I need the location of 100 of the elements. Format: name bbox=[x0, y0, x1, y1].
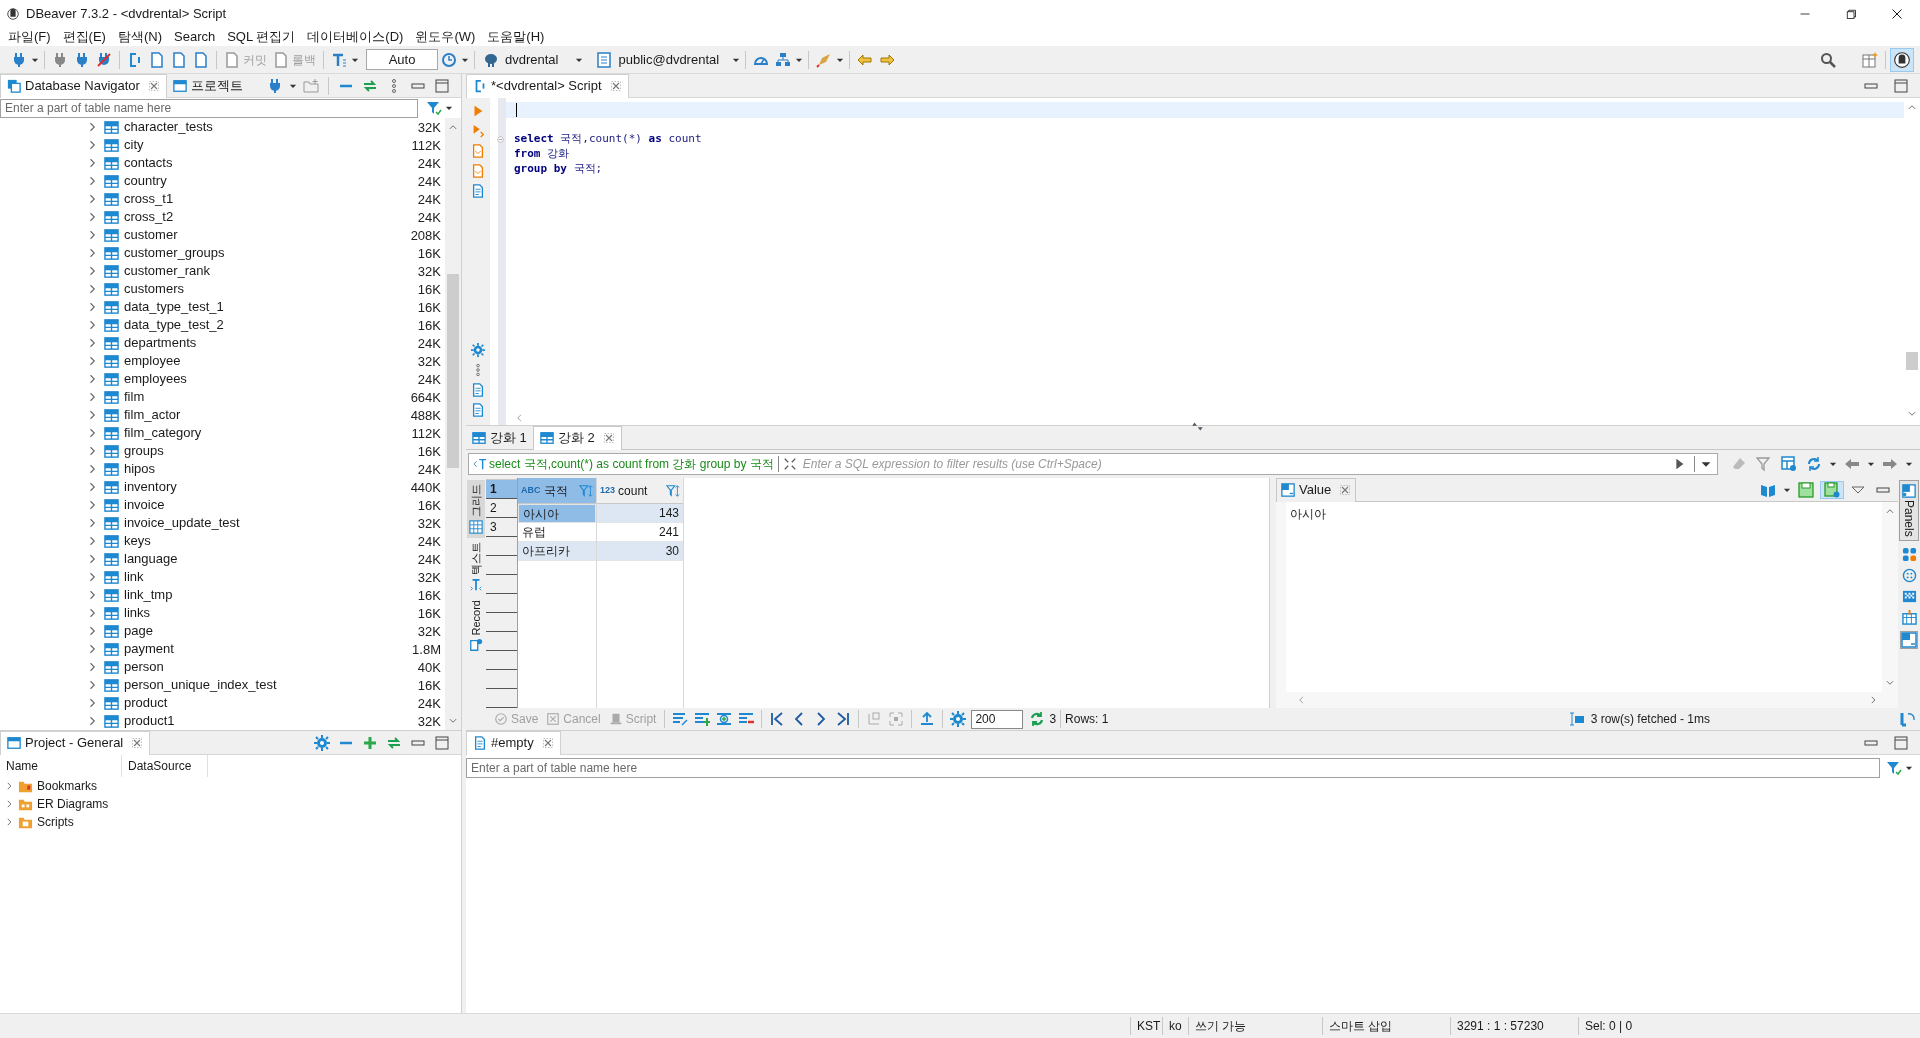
panel-tab[interactable]: #empty bbox=[466, 730, 561, 755]
table-cell[interactable]: 30 bbox=[597, 542, 683, 561]
sort-filter-icon[interactable] bbox=[666, 483, 680, 498]
circle-dots-icon[interactable] bbox=[1901, 567, 1917, 583]
table-name[interactable]: inventory bbox=[124, 478, 177, 496]
scroll-right-icon[interactable] bbox=[1868, 695, 1878, 705]
table-name[interactable]: keys bbox=[124, 532, 151, 550]
table-name[interactable]: language bbox=[124, 550, 178, 568]
table-cell[interactable]: 아프리카 bbox=[518, 542, 596, 561]
format-icon[interactable] bbox=[471, 184, 485, 198]
plug-add-icon[interactable] bbox=[11, 51, 27, 68]
scroll-up-icon[interactable] bbox=[1907, 102, 1917, 112]
sql-editor-icon[interactable] bbox=[127, 51, 143, 68]
layout-icon[interactable] bbox=[1900, 711, 1916, 727]
menu-item[interactable]: 윈도우(W) bbox=[409, 27, 482, 46]
table-name[interactable]: groups bbox=[124, 442, 164, 460]
maximize-icon[interactable] bbox=[434, 734, 450, 751]
tree-item[interactable]: ER Diagrams bbox=[37, 795, 109, 813]
maximize-icon[interactable] bbox=[1893, 734, 1909, 751]
filter-bar[interactable]: select 국적,count(*) as count from 강화 group by 국적 Enter a SQL expression to filter results (use Ctrl+Space) bbox=[468, 453, 1718, 475]
add-row-icon[interactable] bbox=[694, 711, 711, 727]
view-tab[interactable]: 텍스트 bbox=[467, 538, 485, 596]
scrollbar-thumb[interactable] bbox=[447, 274, 459, 468]
column-header[interactable]: 123 count bbox=[597, 478, 683, 504]
panel-tab[interactable]: Project - General bbox=[0, 730, 151, 755]
table-name[interactable]: data_type_test_1 bbox=[124, 298, 224, 316]
panel-tab[interactable]: Value bbox=[1276, 477, 1357, 502]
filter-icon[interactable] bbox=[1756, 456, 1772, 472]
text-format-icon[interactable] bbox=[331, 51, 347, 68]
maximize-icon[interactable] bbox=[434, 77, 450, 94]
table-cell[interactable]: 143 bbox=[597, 504, 683, 523]
link-icon[interactable] bbox=[362, 77, 378, 94]
menu-item[interactable]: Search bbox=[168, 27, 222, 46]
search-field[interactable]: Enter a part of table name here bbox=[0, 98, 418, 118]
forward-icon[interactable] bbox=[1882, 456, 1898, 472]
scroll-down-icon[interactable] bbox=[1885, 678, 1895, 688]
table-name[interactable]: character_tests bbox=[124, 118, 213, 136]
document-plus-icon[interactable] bbox=[171, 51, 187, 68]
close-icon[interactable] bbox=[541, 737, 554, 749]
table-name[interactable]: invoice bbox=[124, 496, 165, 514]
app-logo-icon[interactable] bbox=[1893, 50, 1911, 69]
menu-item[interactable]: 도움말(H) bbox=[481, 27, 551, 46]
grouping-icon[interactable] bbox=[1901, 546, 1917, 562]
table-name[interactable]: film bbox=[124, 388, 145, 406]
search-icon[interactable] bbox=[1820, 51, 1836, 68]
table-name[interactable]: country bbox=[124, 172, 167, 190]
table-name[interactable]: payment bbox=[124, 640, 174, 658]
document-arrow-icon[interactable] bbox=[149, 51, 165, 68]
table-name[interactable]: city bbox=[124, 136, 144, 154]
connection-selector[interactable]: dvdrental bbox=[479, 48, 563, 71]
search-field[interactable]: Enter a part of table name here bbox=[466, 758, 1880, 778]
editor-tab[interactable]: *<dvdrental> Script bbox=[466, 73, 629, 98]
scroll-down-icon[interactable] bbox=[1907, 409, 1917, 419]
table-name[interactable]: employee bbox=[124, 352, 181, 370]
table-name[interactable]: link_tmp bbox=[124, 586, 173, 604]
column-header[interactable]: DataSource bbox=[122, 755, 208, 777]
scrollbar-thumb[interactable] bbox=[1906, 352, 1918, 370]
menu-item[interactable]: 편집(E) bbox=[56, 27, 112, 46]
plug-add-icon[interactable] bbox=[267, 77, 283, 94]
scroll-up-icon[interactable] bbox=[1885, 506, 1895, 516]
panels-tab[interactable]: Panels bbox=[1899, 480, 1919, 541]
table-name[interactable]: data_type_test_2 bbox=[124, 316, 224, 334]
execute-script-icon[interactable] bbox=[471, 124, 485, 138]
disconnect-icon[interactable] bbox=[96, 51, 112, 68]
table-name[interactable]: departments bbox=[124, 334, 197, 352]
table-name[interactable]: employees bbox=[124, 370, 187, 388]
document-icon[interactable] bbox=[471, 383, 485, 397]
tree-icon[interactable] bbox=[775, 51, 792, 68]
calendar-icon[interactable] bbox=[1901, 609, 1917, 625]
schema-selector[interactable]: public@dvdrental bbox=[592, 48, 724, 71]
edit-row-icon[interactable] bbox=[672, 711, 689, 727]
table-name[interactable]: link bbox=[124, 568, 144, 586]
document-search-icon[interactable] bbox=[193, 51, 209, 68]
link-icon[interactable] bbox=[386, 734, 402, 751]
menu-item[interactable]: SQL 편집기 bbox=[221, 27, 302, 46]
filter-field[interactable]: Enter a SQL expression to filter results (use Ctrl+Space) bbox=[802, 455, 1672, 473]
perspective-icon[interactable] bbox=[1862, 51, 1878, 68]
close-icon[interactable] bbox=[131, 737, 144, 749]
column-header[interactable]: Name bbox=[0, 755, 122, 777]
copy-row-icon[interactable] bbox=[716, 711, 733, 727]
table-name[interactable]: cross_t1 bbox=[124, 190, 174, 208]
refresh-icon[interactable] bbox=[1029, 711, 1046, 727]
table-settings-icon[interactable] bbox=[1781, 456, 1797, 472]
table-name[interactable]: links bbox=[124, 604, 150, 622]
scroll-down-icon[interactable] bbox=[448, 716, 458, 726]
table-name[interactable]: invoice_update_test bbox=[124, 514, 240, 532]
scroll-left-icon[interactable] bbox=[514, 413, 524, 423]
view-tab[interactable]: 그리드 bbox=[467, 480, 485, 538]
new-folder-icon[interactable] bbox=[303, 77, 319, 94]
settings-icon[interactable] bbox=[314, 734, 330, 751]
maximize-icon[interactable] bbox=[1893, 77, 1909, 94]
transaction-mode-button[interactable]: Auto bbox=[366, 49, 438, 70]
close-icon[interactable] bbox=[147, 80, 160, 92]
menu-item[interactable]: 탐색(N) bbox=[111, 27, 168, 46]
new-document-icon[interactable] bbox=[471, 403, 485, 417]
plus-icon[interactable] bbox=[362, 734, 378, 751]
export-icon[interactable] bbox=[919, 711, 936, 727]
table-cell[interactable]: 아시아 bbox=[518, 504, 596, 523]
table-name[interactable]: product1 bbox=[124, 712, 175, 730]
result-tab[interactable]: 강화 2 bbox=[532, 425, 622, 450]
